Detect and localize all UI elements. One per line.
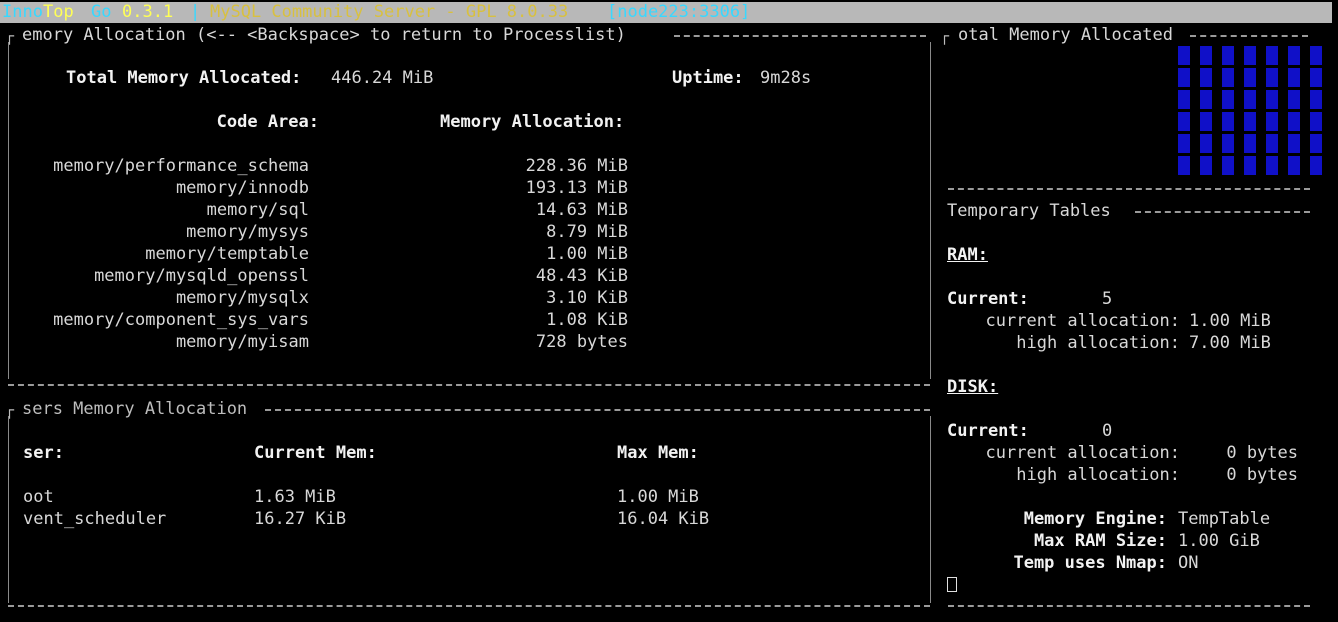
memory-allocation-header: Memory Allocation: <box>440 112 625 132</box>
user-max-mem: 16.04 KiB <box>617 509 710 529</box>
code-area-name: memory/innodb <box>175 178 309 198</box>
allocation-value: 193.13 MiB <box>525 178 628 198</box>
app-name-go: Go <box>91 2 112 22</box>
gauge-column <box>1244 46 1256 178</box>
terminal-cursor[interactable] <box>947 577 957 592</box>
memory-engine-label: Memory Engine: <box>1023 509 1167 529</box>
panel-border-bottom <box>948 605 1310 607</box>
user-name: oot <box>23 487 54 507</box>
node-info: [node223:3306] <box>607 2 751 22</box>
gauge-column <box>1222 46 1234 178</box>
code-area-header: Code Area: <box>216 112 319 132</box>
code-area-name: memory/performance_schema <box>53 156 309 176</box>
panel-border-bottom <box>8 605 930 607</box>
disk-current-label: Current: <box>947 421 1029 441</box>
uptime-label: Uptime: <box>672 68 744 88</box>
gauge-column <box>1310 46 1322 178</box>
user-column-header: ser: <box>23 443 64 463</box>
panel-border-bottom <box>948 188 1310 190</box>
ram-current-allocation-value: 1.00 MiB <box>1189 311 1271 331</box>
gauge-column <box>1178 46 1190 178</box>
users-panel-title: sers Memory Allocation <box>22 399 248 419</box>
panel-border-left <box>8 416 9 603</box>
code-area-name: memory/mysqlx <box>175 288 309 308</box>
code-area-name: memory/myisam <box>175 332 309 352</box>
allocation-value: 48.43 KiB <box>535 266 628 286</box>
code-area-name: memory/temptable <box>145 244 309 264</box>
ram-current-value: 5 <box>1102 289 1113 309</box>
disk-current-value: 0 <box>1102 421 1113 441</box>
app-name-top: Top <box>43 2 74 22</box>
code-area-name: memory/mysqld_openssl <box>94 266 309 286</box>
code-area-name: memory/sql <box>206 200 309 220</box>
allocation-value: 1.08 KiB <box>546 310 628 330</box>
app-name-inno: Inno <box>2 2 43 22</box>
disk-high-allocation-label: high allocation: <box>1016 465 1180 485</box>
panel-border-top <box>265 409 930 411</box>
ram-current-allocation-label: current allocation: <box>985 311 1180 331</box>
temp-uses-nmap-label: Temp uses Nmap: <box>1013 553 1167 573</box>
ram-current-label: Current: <box>947 289 1029 309</box>
panel-border-left <box>8 42 9 379</box>
panel-corner: ┌ <box>5 401 15 419</box>
server-info: MySQL Community Server - GPL 8.0.33 <box>210 2 569 22</box>
panel-border-top <box>1135 211 1310 213</box>
uptime-value: 9m28s <box>760 68 812 88</box>
gauge-column <box>1288 46 1300 178</box>
allocation-value: 728 bytes <box>535 332 628 352</box>
allocation-value: 3.10 KiB <box>546 288 628 308</box>
panel-border-right <box>930 416 931 603</box>
ram-high-allocation-label: high allocation: <box>1016 333 1180 353</box>
temp-uses-nmap-value: ON <box>1178 553 1199 573</box>
panel-corner: ┌ <box>940 27 950 45</box>
gauge-column <box>1200 46 1212 178</box>
user-current-mem: 16.27 KiB <box>254 509 347 529</box>
user-name: vent_scheduler <box>23 509 167 529</box>
disk-current-allocation-label: current allocation: <box>985 443 1180 463</box>
ram-high-allocation-value: 7.00 MiB <box>1189 333 1271 353</box>
panel-border-right <box>930 42 931 379</box>
app-version: 0.3.1 <box>122 2 174 22</box>
allocation-value: 1.00 MiB <box>546 244 628 264</box>
max-mem-header: Max Mem: <box>617 443 699 463</box>
gauge-panel-title: otal Memory Allocated <box>958 25 1173 45</box>
memory-engine-value: TempTable <box>1178 509 1271 529</box>
temp-panel-title: Temporary Tables <box>947 201 1111 221</box>
panel-border-top <box>674 35 926 37</box>
ram-heading: RAM: <box>947 245 988 265</box>
user-max-mem: 1.00 MiB <box>617 487 699 507</box>
disk-current-allocation-value: 0 bytes <box>1226 443 1298 463</box>
allocation-value: 8.79 MiB <box>546 222 628 242</box>
gauge-column <box>1266 46 1278 178</box>
panel-border-bottom <box>8 384 930 386</box>
total-memory-label: Total Memory Allocated: <box>66 68 302 88</box>
panel-border-top <box>1190 35 1308 37</box>
title-bar: Inno Top Go 0.3.1 | MySQL Community Serv… <box>0 2 1332 23</box>
total-memory-value: 446.24 MiB <box>331 68 434 88</box>
disk-heading: DISK: <box>947 377 999 397</box>
current-mem-header: Current Mem: <box>254 443 377 463</box>
memory-panel-title: emory Allocation (<-- <Backspace> to ret… <box>22 25 626 45</box>
max-ram-size-label: Max RAM Size: <box>1033 531 1167 551</box>
disk-high-allocation-value: 0 bytes <box>1226 465 1298 485</box>
allocation-value: 14.63 MiB <box>535 200 628 220</box>
max-ram-size-value: 1.00 GiB <box>1178 531 1260 551</box>
title-separator: | <box>190 2 201 22</box>
code-area-name: memory/component_sys_vars <box>53 310 309 330</box>
panel-corner: ┌ <box>5 27 15 45</box>
code-area-name: memory/mysys <box>186 222 309 242</box>
allocation-value: 228.36 MiB <box>525 156 628 176</box>
user-current-mem: 1.63 MiB <box>254 487 336 507</box>
